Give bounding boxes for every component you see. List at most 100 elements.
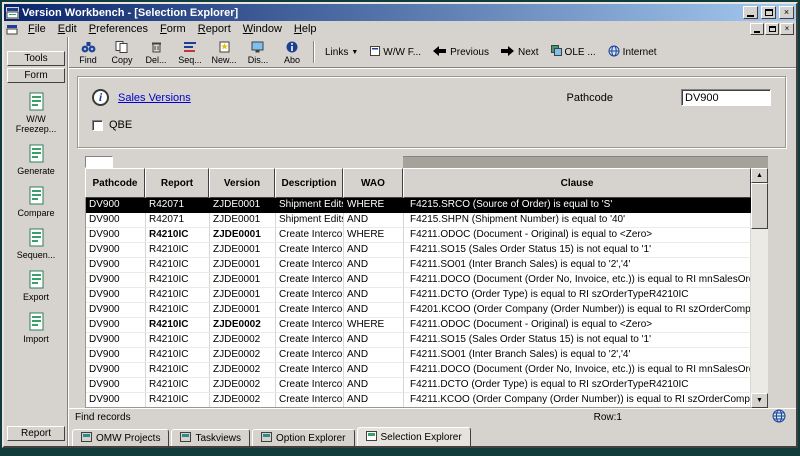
cell-wao[interactable]: AND (344, 213, 404, 228)
cell-clause[interactable]: F4211.KCOO (Order Company (Order Number)… (404, 393, 751, 408)
cell-version[interactable]: ZJDE0002 (210, 333, 276, 348)
cell-wao[interactable]: AND (344, 378, 404, 393)
sidebar-report-header[interactable]: Report (7, 426, 65, 441)
column-header-description[interactable]: Description (275, 168, 343, 198)
cell-report[interactable]: R4210IC (146, 258, 210, 273)
table-row[interactable]: DV900R4210ICZJDE0002Create IntercoANDF42… (86, 393, 751, 408)
cell-clause[interactable]: F4211.SO01 (Inter Branch Sales) is equal… (404, 348, 751, 363)
sidebar-form-header[interactable]: Form (7, 68, 65, 83)
cell-version[interactable]: ZJDE0001 (210, 288, 276, 303)
cell-pathcode[interactable]: DV900 (86, 258, 146, 273)
table-row[interactable]: DV900R42071ZJDE0001Shipment EditsWHEREF4… (86, 198, 751, 213)
table-row[interactable]: DV900R4210ICZJDE0002Create IntercoANDF42… (86, 363, 751, 378)
cell-wao[interactable]: AND (344, 348, 404, 363)
copy-button[interactable]: Copy (105, 38, 139, 66)
cell-report[interactable]: R4210IC (146, 303, 210, 318)
cell-pathcode[interactable]: DV900 (86, 303, 146, 318)
close-button[interactable]: × (779, 6, 794, 19)
sidebar-item-sequence[interactable]: Sequen... (7, 228, 65, 260)
table-row[interactable]: DV900R4210ICZJDE0001Create IntercoANDF42… (86, 303, 751, 318)
link-previous[interactable]: Previous (427, 38, 495, 66)
cell-clause[interactable]: F4215.SHPN (Shipment Number) is equal to… (404, 213, 751, 228)
scrollbar-track[interactable] (751, 229, 768, 393)
cell-pathcode[interactable]: DV900 (86, 273, 146, 288)
cell-report[interactable]: R4210IC (146, 318, 210, 333)
qbe-checkbox[interactable] (92, 120, 103, 131)
menu-window[interactable]: Window (237, 22, 288, 36)
cell-version[interactable]: ZJDE0001 (210, 273, 276, 288)
cell-clause[interactable]: F4211.SO15 (Sales Order Status 15) is no… (404, 333, 751, 348)
cell-clause[interactable]: F4211.SO15 (Sales Order Status 15) is no… (404, 243, 751, 258)
links-dropdown[interactable]: Links ▼ (319, 38, 364, 66)
tab-option-explorer[interactable]: Option Explorer (252, 429, 354, 446)
column-header-pathcode[interactable]: Pathcode (85, 168, 145, 198)
cell-report[interactable]: R42071 (146, 198, 210, 213)
cell-version[interactable]: ZJDE0001 (210, 303, 276, 318)
cell-report[interactable]: R4210IC (146, 393, 210, 408)
tab-selection-explorer[interactable]: Selection Explorer (357, 427, 471, 446)
scroll-down-icon[interactable]: ▼ (751, 393, 768, 408)
menu-file[interactable]: File (22, 22, 52, 36)
menu-preferences[interactable]: Preferences (83, 22, 154, 36)
link-ole[interactable]: OLE ... (545, 38, 602, 66)
sidebar-item-ww-freezep[interactable]: W/W Freezep... (7, 92, 65, 134)
cell-report[interactable]: R4210IC (146, 378, 210, 393)
table-row[interactable]: DV900R4210ICZJDE0001Create IntercoANDF42… (86, 258, 751, 273)
cell-clause[interactable]: F4211.SO01 (Inter Branch Sales) is equal… (404, 258, 751, 273)
cell-description[interactable]: Create Interco (276, 363, 344, 378)
table-row[interactable]: DV900R4210ICZJDE0001Create IntercoANDF42… (86, 273, 751, 288)
cell-pathcode[interactable]: DV900 (86, 228, 146, 243)
cell-version[interactable]: ZJDE0002 (210, 378, 276, 393)
qbe-row-header-cell[interactable] (85, 156, 113, 168)
sequence-button[interactable]: Seq... (173, 38, 207, 66)
sales-versions-link[interactable]: Sales Versions (118, 92, 191, 104)
menu-form[interactable]: Form (154, 22, 192, 36)
cell-wao[interactable]: WHERE (344, 318, 404, 333)
cell-pathcode[interactable]: DV900 (86, 348, 146, 363)
cell-description[interactable]: Shipment Edits (276, 198, 344, 213)
cell-version[interactable]: ZJDE0001 (210, 213, 276, 228)
column-header-report[interactable]: Report (145, 168, 209, 198)
menu-edit[interactable]: Edit (52, 22, 83, 36)
cell-description[interactable]: Create Interco (276, 243, 344, 258)
cell-wao[interactable]: AND (344, 363, 404, 378)
find-button[interactable]: Find (71, 38, 105, 66)
cell-pathcode[interactable]: DV900 (86, 318, 146, 333)
cell-wao[interactable]: AND (344, 333, 404, 348)
cell-version[interactable]: ZJDE0002 (210, 393, 276, 408)
cell-description[interactable]: Create Interco (276, 333, 344, 348)
table-row[interactable]: DV900R4210ICZJDE0001Create IntercoWHEREF… (86, 228, 751, 243)
sidebar-item-export[interactable]: Export (7, 270, 65, 302)
scroll-up-icon[interactable]: ▲ (751, 168, 768, 183)
cell-pathcode[interactable]: DV900 (86, 213, 146, 228)
cell-wao[interactable]: AND (344, 393, 404, 408)
table-row[interactable]: DV900R4210ICZJDE0001Create IntercoANDF42… (86, 243, 751, 258)
table-row[interactable]: DV900R4210ICZJDE0002Create IntercoANDF42… (86, 348, 751, 363)
sidebar-item-import[interactable]: Import (7, 312, 65, 344)
cell-clause[interactable]: F4211.ODOC (Document - Original) is equa… (404, 318, 751, 333)
cell-pathcode[interactable]: DV900 (86, 378, 146, 393)
sidebar-item-generate[interactable]: Generate (7, 144, 65, 176)
table-row[interactable]: DV900R4210ICZJDE0002Create IntercoWHEREF… (86, 318, 751, 333)
vertical-scrollbar[interactable]: ▲ ▼ (751, 168, 768, 408)
cell-clause[interactable]: F4211.ODOC (Document - Original) is equa… (404, 228, 751, 243)
cell-version[interactable]: ZJDE0002 (210, 318, 276, 333)
cell-clause[interactable]: F4211.DOCO (Document (Order No, Invoice,… (404, 273, 751, 288)
cell-version[interactable]: ZJDE0002 (210, 348, 276, 363)
cell-wao[interactable]: WHERE (344, 228, 404, 243)
cell-version[interactable]: ZJDE0001 (210, 243, 276, 258)
cell-pathcode[interactable]: DV900 (86, 333, 146, 348)
cell-report[interactable]: R4210IC (146, 243, 210, 258)
link-ww-form[interactable]: W/W F... (364, 38, 427, 66)
cell-report[interactable]: R4210IC (146, 333, 210, 348)
table-row[interactable]: DV900R42071ZJDE0001Shipment EditsANDF421… (86, 213, 751, 228)
cell-wao[interactable]: AND (344, 288, 404, 303)
table-row[interactable]: DV900R4210ICZJDE0002Create IntercoANDF42… (86, 333, 751, 348)
cell-description[interactable]: Create Interco (276, 378, 344, 393)
tab-omw-projects[interactable]: OMW Projects (72, 429, 169, 446)
column-header-version[interactable]: Version (209, 168, 275, 198)
info-icon[interactable]: i (92, 89, 109, 106)
menu-report[interactable]: Report (192, 22, 237, 36)
maximize-button[interactable] (761, 6, 776, 19)
cell-pathcode[interactable]: DV900 (86, 393, 146, 408)
